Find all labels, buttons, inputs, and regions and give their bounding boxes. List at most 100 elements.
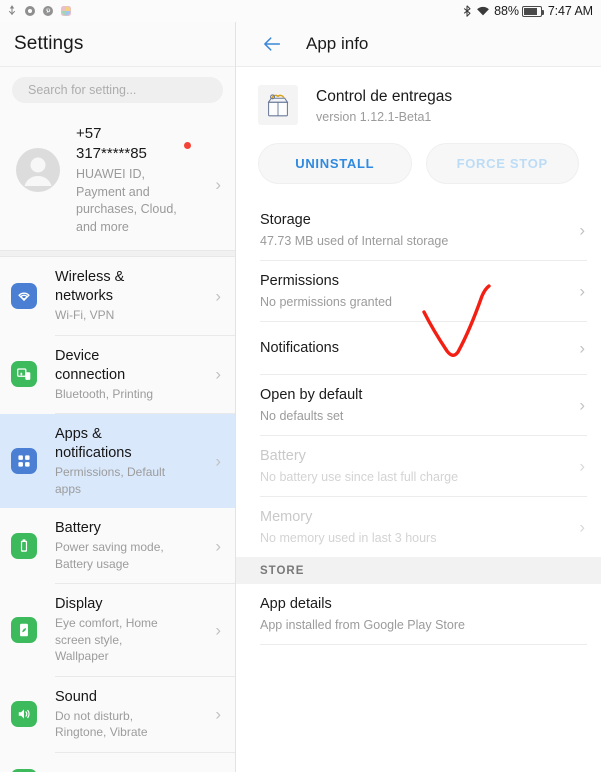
chevron-right-icon: › [215, 286, 221, 306]
chevron-right-icon: › [579, 517, 585, 537]
main-panes: Settings Search for setting... +57 317**… [0, 22, 601, 772]
settings-sidebar: Settings Search for setting... +57 317**… [0, 22, 236, 772]
divider [260, 644, 587, 645]
app-action-buttons: UNINSTALL FORCE STOP [236, 141, 601, 200]
sidebar-header: Settings [0, 22, 235, 67]
row-storage[interactable]: Storage 47.73 MB used of Internal storag… [236, 200, 601, 260]
row-memory: Memory No memory used in last 3 hours › [236, 497, 601, 557]
sidebar-item-sublabel: Wi-Fi, VPN [55, 308, 115, 322]
search-input[interactable]: Search for setting... [12, 77, 223, 103]
sidebar-item-label: Sound [55, 688, 97, 705]
chevron-right-icon: › [215, 620, 221, 640]
battery-icon [521, 5, 544, 17]
chevron-right-icon: › [215, 451, 221, 471]
package-box-icon [258, 85, 298, 125]
storage-icon [11, 768, 37, 772]
account-country-code: +57 [76, 125, 102, 142]
sidebar-item-text: Wireless & networks Wi-Fi, VPN [55, 268, 235, 324]
chevron-right-icon: › [579, 395, 585, 415]
sidebar-item-text: Device connection Bluetooth, Printing [55, 347, 235, 403]
app-settings-rows: Storage 47.73 MB used of Internal storag… [236, 200, 601, 645]
chevron-right-icon: › [215, 364, 221, 384]
chevron-right-icon: › [579, 456, 585, 476]
photos-icon [60, 5, 72, 17]
sidebar-item-label: Apps & notifications [55, 426, 132, 461]
row-notifications[interactable]: Notifications › [236, 322, 601, 374]
sidebar-item-storage[interactable]: Storage › [0, 753, 235, 772]
app-screen: 88% 7:47 AM Settings Search for setting.… [0, 0, 601, 772]
sidebar-item-label: Display [55, 596, 103, 612]
sidebar-item-label: Device connection [55, 347, 126, 383]
row-subtitle: No memory used in last 3 hours [260, 531, 437, 545]
section-header-store: STORE [236, 557, 601, 584]
account-subtitle: HUAWEI ID, Payment and purchases, Cloud,… [76, 167, 177, 234]
row-title: Storage [260, 212, 311, 228]
force-stop-button: FORCE STOP [425, 143, 579, 184]
apps-grid-icon [11, 448, 37, 474]
sidebar-item-display[interactable]: Display Eye comfort, Home screen style, … [0, 584, 235, 676]
app-header: Control de entregas version 1.12.1-Beta1 [236, 67, 601, 141]
sidebar-item-apps-notifications[interactable]: Apps & notifications Permissions, Defaul… [0, 414, 235, 508]
row-title: App details [260, 596, 332, 612]
sidebar-item-text: Apps & notifications Permissions, Defaul… [55, 425, 235, 497]
status-bar-notification-icons [6, 5, 72, 17]
sidebar-item-sound[interactable]: Sound Do not disturb, Ringtone, Vibrate … [0, 677, 235, 752]
sidebar-item-sublabel: Eye comfort, Home screen style, Wallpape… [55, 616, 158, 663]
row-title: Open by default [260, 387, 363, 403]
wifi-icon [11, 282, 37, 309]
row-open-by-default[interactable]: Open by default No defaults set › [236, 375, 601, 435]
uninstall-button[interactable]: UNINSTALL [258, 143, 412, 184]
row-title: Memory [260, 509, 313, 525]
status-bar-system-icons: 88% 7:47 AM [461, 4, 593, 18]
row-subtitle: No battery use since last full charge [260, 470, 459, 484]
display-icon [11, 616, 37, 643]
chevron-right-icon: › [215, 175, 221, 194]
new-notification-dot [184, 142, 191, 149]
usb-icon [6, 5, 18, 17]
app-meta: Control de entregas version 1.12.1-Beta1 [316, 87, 452, 124]
chevron-right-icon: › [579, 281, 585, 301]
sidebar-item-text: Display Eye comfort, Home screen style, … [55, 595, 235, 665]
sidebar-item-sublabel: Power saving mode, Battery usage [55, 540, 164, 571]
chevron-right-icon: › [579, 338, 585, 358]
app-notification-icon [24, 5, 36, 17]
sidebar-item-wireless-networks[interactable]: Wireless & networks Wi-Fi, VPN › [0, 257, 235, 335]
wifi-icon [476, 5, 490, 17]
row-title: Notifications [260, 340, 339, 356]
row-title: Permissions [260, 273, 339, 289]
row-subtitle: App installed from Google Play Store [260, 618, 465, 632]
row-subtitle: No defaults set [260, 409, 344, 423]
chevron-right-icon: › [215, 536, 221, 555]
chevron-right-icon: › [215, 704, 221, 724]
bluetooth-icon [461, 5, 473, 17]
sidebar-item-text: Sound Do not disturb, Ringtone, Vibrate [55, 688, 235, 741]
account-phone: 317*****85 [76, 145, 147, 162]
search-container: Search for setting... [0, 67, 235, 112]
sidebar-item-sublabel: Do not disturb, Ringtone, Vibrate [55, 708, 148, 740]
row-subtitle: No permissions granted [260, 295, 393, 309]
row-battery: Battery No battery use since last full c… [236, 436, 601, 496]
sidebar-item-label: Wireless & networks [55, 269, 125, 304]
back-arrow-icon[interactable] [260, 32, 284, 56]
detail-header: App info [236, 22, 601, 67]
page-title: Settings [14, 33, 84, 54]
row-title: Battery [260, 448, 306, 464]
sidebar-item-text: Battery Power saving mode, Battery usage [55, 519, 235, 572]
avatar [16, 148, 60, 192]
detail-title: App info [306, 34, 369, 53]
sidebar-item-battery[interactable]: Battery Power saving mode, Battery usage… [0, 508, 235, 583]
sidebar-item-device-connection[interactable]: Device connection Bluetooth, Printing › [0, 336, 235, 414]
status-bar: 88% 7:47 AM [0, 0, 601, 22]
sidebar-item-sublabel: Permissions, Default apps [55, 465, 166, 496]
account-text: +57 317*****85 HUAWEI ID, Payment and pu… [76, 120, 188, 236]
device-connection-icon [11, 361, 37, 388]
account-row[interactable]: +57 317*****85 HUAWEI ID, Payment and pu… [0, 112, 235, 250]
battery-icon [11, 532, 37, 559]
pinterest-icon [42, 5, 54, 17]
app-info-panel: App info Control de entregas version 1.1… [236, 22, 601, 772]
row-app-details[interactable]: App details App installed from Google Pl… [236, 584, 601, 644]
clock-label: 7:47 AM [547, 4, 593, 18]
row-permissions[interactable]: Permissions No permissions granted › [236, 261, 601, 321]
chevron-right-icon: › [579, 220, 585, 240]
sound-icon [11, 701, 37, 727]
